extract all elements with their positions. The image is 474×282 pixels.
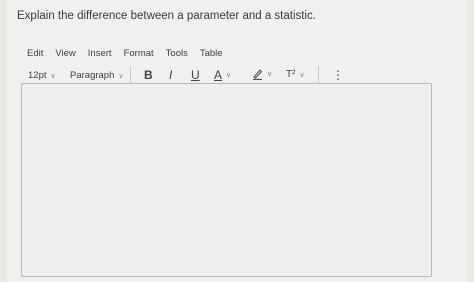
text-color-button[interactable]: A ∨ <box>214 68 231 82</box>
chevron-down-icon: ∨ <box>267 71 273 78</box>
block-format-value: Paragraph <box>70 70 115 81</box>
block-format-select[interactable]: Paragraph ∨ <box>70 70 124 81</box>
italic-icon: I <box>169 68 173 82</box>
question-text: Explain the difference between a paramet… <box>17 10 316 22</box>
underline-button[interactable]: U <box>191 68 200 82</box>
highlight-pen-icon <box>253 69 263 80</box>
toolbar-divider <box>318 66 319 84</box>
editor-menubar: Edit View Insert Format Tools Table <box>27 48 235 59</box>
superscript-icon: T² <box>286 69 296 80</box>
chevron-down-icon: ∨ <box>50 72 56 80</box>
menu-format[interactable]: Format <box>124 48 154 59</box>
bold-icon: B <box>144 68 153 82</box>
chevron-down-icon: ∨ <box>299 71 305 79</box>
font-size-select[interactable]: 12pt ∨ <box>28 70 56 81</box>
menu-tools[interactable]: Tools <box>166 48 188 59</box>
font-size-value: 12pt <box>28 70 47 81</box>
answer-text-area[interactable] <box>21 83 432 277</box>
more-vertical-icon: ⋮ <box>332 68 344 82</box>
bold-button[interactable]: B <box>144 68 153 82</box>
highlight-button[interactable]: ∨ <box>252 68 272 80</box>
italic-button[interactable]: I <box>169 68 172 82</box>
menu-insert[interactable]: Insert <box>88 48 112 59</box>
text-color-icon: A <box>214 68 223 82</box>
chevron-down-icon: ∨ <box>118 72 124 80</box>
toolbar-divider <box>130 66 131 84</box>
menu-view[interactable]: View <box>55 48 75 59</box>
underline-icon: U <box>191 68 200 82</box>
menu-edit[interactable]: Edit <box>27 48 43 59</box>
superscript-button[interactable]: T² ∨ <box>286 69 305 80</box>
menu-table[interactable]: Table <box>200 48 223 59</box>
chevron-down-icon: ∨ <box>226 72 232 79</box>
more-options-button[interactable]: ⋮ <box>332 68 344 82</box>
